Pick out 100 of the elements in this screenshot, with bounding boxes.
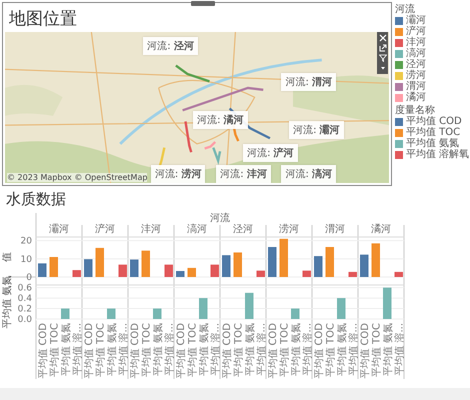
axis-label: 平均值 溶...	[302, 323, 314, 376]
legend-title: 河流	[395, 4, 415, 15]
legend-label: 平均值 氨氮	[406, 138, 460, 149]
map-label: 河流: 泾河	[143, 36, 198, 55]
axis-label: 10	[20, 254, 32, 265]
axis-label: 平均值 氨氮	[106, 323, 118, 376]
filter-icon[interactable]	[378, 54, 386, 62]
bar	[130, 260, 138, 277]
axis-label: 平均值 氨氮	[290, 323, 302, 376]
facet-header: 沣河	[141, 224, 161, 235]
bar	[268, 247, 276, 277]
dropdown-icon[interactable]	[378, 64, 386, 72]
bar	[142, 250, 150, 277]
bar	[61, 308, 70, 319]
drag-handle[interactable]	[191, 1, 215, 6]
axis-title: 值	[2, 252, 13, 262]
map-attribution: © 2023 Mapbox © OpenStreetMap	[7, 173, 148, 182]
map-label: 河流: 潏河	[193, 110, 248, 129]
bar	[38, 263, 46, 277]
axis-label: 平均值 氨氮	[198, 323, 210, 376]
axis-label: 平均值 溶...	[394, 323, 406, 376]
axis-label: 平均值 溶...	[210, 323, 222, 376]
bar	[234, 252, 242, 277]
axis-label: 平均值 氨氮	[152, 323, 164, 376]
axis-label: 0.4	[18, 294, 32, 304]
axis-label: 0	[26, 273, 32, 283]
axis-label: 平均值 氨氮	[60, 323, 72, 376]
axis-label: 平均值 COD	[314, 323, 325, 379]
bar	[372, 243, 380, 277]
facet-header: 潏河	[371, 224, 391, 235]
bar	[199, 298, 208, 319]
bar	[164, 264, 173, 277]
legend-label: 灞河	[406, 15, 426, 26]
close-icon[interactable]	[378, 34, 386, 42]
axis-label: 0.0	[18, 315, 32, 325]
axis-label: 平均值 氨氮	[336, 323, 348, 376]
axis-label: 平均值 COD	[360, 323, 371, 379]
bar	[50, 257, 58, 277]
facet-header: 泾河	[233, 224, 253, 235]
axis-label: 平均值 溶...	[348, 323, 360, 376]
axis-label: 平均值 TOC	[141, 323, 152, 378]
axis-label: 平均值 TOC	[279, 323, 290, 378]
axis-label: 平均值 氨氮	[382, 323, 394, 376]
axis-label: 平均值 TOC	[325, 323, 336, 378]
axis-label: 平均值 TOC	[95, 323, 106, 378]
axis-label: 平均值 溶...	[118, 323, 130, 376]
bar	[302, 270, 311, 277]
axis-label: 平均值 TOC	[49, 323, 60, 378]
axis-label: 平均值 溶...	[164, 323, 176, 376]
facet-header: 灞河	[49, 224, 69, 235]
bar	[84, 259, 92, 277]
facet-header: 涝河	[279, 224, 299, 235]
map-label: 河流: 涝河	[150, 164, 206, 183]
legend-label: 渭河	[406, 81, 426, 92]
map-label: 河流: 沣河	[216, 164, 271, 183]
axis-label: 平均值 溶...	[256, 323, 268, 376]
facet-header: 滈河	[187, 224, 207, 235]
legend-label: 沣河	[406, 37, 426, 48]
bar	[360, 254, 368, 277]
axis-label: 平均值 TOC	[187, 323, 198, 378]
bar	[337, 298, 346, 319]
axis-label: 平均值 TOC	[371, 323, 382, 378]
bar	[210, 264, 219, 277]
panel-title: 地图位置	[8, 8, 78, 31]
map-label: 河流: 灞河	[289, 121, 344, 140]
facet-header: 渭河	[325, 224, 345, 235]
bar	[153, 308, 162, 319]
bar	[72, 270, 81, 277]
map-label: 河流: 浐河	[243, 144, 298, 162]
bar	[96, 248, 104, 277]
axis-label: 平均值 COD	[176, 323, 187, 379]
axis-label: 平均值 COD	[38, 323, 49, 379]
axis-label: 0.2	[18, 304, 32, 315]
legend-label: 潏河	[406, 92, 426, 103]
bar	[280, 238, 288, 277]
bar	[107, 308, 116, 319]
map-label: 河流: 渭河	[281, 72, 336, 91]
bar	[383, 288, 392, 319]
axis-label: 20	[20, 236, 32, 247]
bar	[291, 308, 300, 319]
legend-label: 泾河	[406, 59, 426, 70]
popout-icon[interactable]	[378, 44, 386, 52]
bar	[314, 256, 322, 277]
panel-title: 水质数据	[5, 189, 67, 209]
bar	[188, 268, 196, 277]
bar	[245, 292, 254, 319]
bar	[118, 264, 127, 277]
axis-title: 平均值 氨氮	[2, 275, 13, 329]
axis-label: 平均值 TOC	[233, 323, 244, 378]
legend-label: 涝河	[406, 70, 426, 81]
legend-label: 浐河	[406, 26, 426, 37]
bar	[256, 270, 265, 277]
axis-label: 平均值 COD	[84, 323, 95, 379]
axis-label: 平均值 COD	[268, 323, 279, 379]
bar	[348, 272, 357, 277]
facet-header: 浐河	[95, 224, 115, 235]
axis-label: 平均值 氨氮	[244, 323, 256, 376]
axis-label: 平均值 COD	[222, 323, 233, 379]
legend-title: 度量名称	[395, 105, 436, 116]
bar	[326, 247, 334, 277]
